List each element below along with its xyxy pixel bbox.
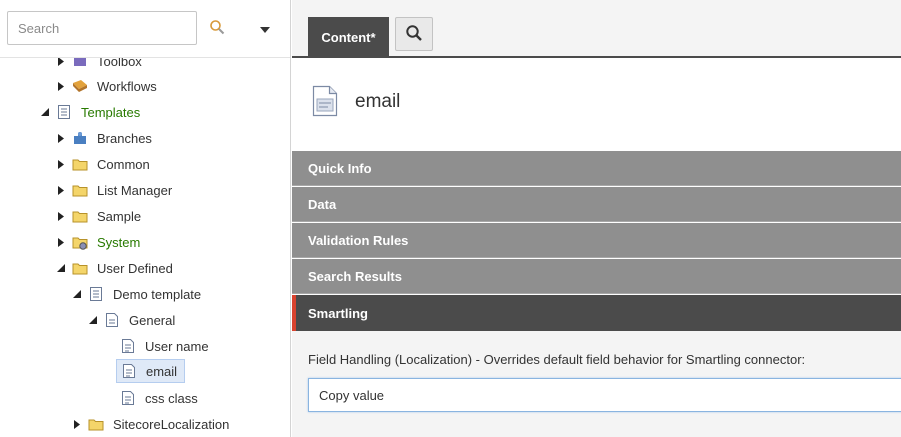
tree-node-label: Sample (97, 208, 142, 224)
folder-icon (72, 260, 88, 276)
expand-arrow-icon[interactable] (72, 419, 82, 429)
tree-node-label: email (146, 363, 178, 379)
field-document-icon (312, 85, 338, 120)
smartling-section-body: Field Handling (Localization) - Override… (292, 331, 901, 437)
search-input[interactable] (7, 11, 197, 45)
field-icon (121, 363, 137, 379)
tree-node-user-name[interactable]: User name (120, 333, 212, 359)
search-button[interactable] (205, 16, 229, 40)
search-options-dropdown[interactable] (254, 19, 276, 37)
expand-arrow-icon[interactable] (56, 133, 66, 143)
tree-node-branches[interactable]: Branches (56, 125, 155, 151)
section-validation-rules[interactable]: Validation Rules (292, 223, 901, 258)
template-icon (88, 286, 104, 302)
field-handling-input[interactable] (308, 378, 901, 412)
editor-tab-bar: Content* (292, 0, 901, 58)
tree-node-general[interactable]: General (88, 307, 178, 333)
field-handling-label: Field Handling (Localization) - Override… (308, 352, 806, 367)
folder-icon (72, 182, 88, 198)
tree-search-bar (0, 0, 290, 58)
tree-node-label: List Manager (97, 182, 173, 198)
tree-node-label: User name (145, 338, 209, 354)
section-data[interactable]: Data (292, 187, 901, 222)
tree-node-label: css class (145, 390, 198, 406)
expand-arrow-icon[interactable] (56, 237, 66, 247)
tab-search[interactable] (395, 17, 433, 51)
tree-node-email-selected[interactable]: email (116, 359, 186, 383)
collapse-arrow-icon[interactable] (88, 315, 98, 325)
search-icon (209, 19, 225, 38)
section-label: Validation Rules (308, 232, 409, 248)
folder-icon (72, 208, 88, 224)
tree-node-label: Common (97, 156, 150, 172)
expand-arrow-icon[interactable] (56, 185, 66, 195)
collapse-arrow-icon[interactable] (40, 107, 50, 117)
tab-content[interactable]: Content* (308, 17, 389, 58)
search-icon (405, 24, 423, 45)
tree-node-list-manager[interactable]: List Manager (56, 177, 175, 203)
field-icon (120, 390, 136, 406)
tree-node-system[interactable]: System (56, 229, 143, 255)
tab-label: Content* (321, 30, 376, 45)
item-header: email (292, 60, 901, 150)
expand-arrow-icon[interactable] (56, 159, 66, 169)
system-folder-icon (72, 234, 88, 250)
collapse-arrow-icon[interactable] (56, 263, 66, 273)
tree-node-label: Templates (81, 104, 141, 120)
tree-node-common[interactable]: Common (56, 151, 153, 177)
section-label: Data (308, 196, 337, 212)
section-smartling[interactable]: Smartling (292, 295, 901, 331)
tree-node-demo-template[interactable]: Demo template (72, 281, 204, 307)
puzzle-icon (72, 130, 88, 146)
expand-arrow-icon[interactable] (56, 211, 66, 221)
section-icon (104, 312, 120, 328)
folder-icon (72, 156, 88, 172)
tree-node-label: General (129, 312, 176, 328)
section-search-results[interactable]: Search Results (292, 259, 901, 294)
tree-node-label: Branches (97, 130, 152, 146)
section-label: Search Results (308, 268, 402, 284)
tree-node-sitecore-localization[interactable]: SitecoreLocalization (72, 411, 232, 437)
content-tree-panel: Toolbox Workflows Templates Branches Com… (0, 0, 291, 437)
tree-node-label: System (97, 234, 141, 250)
section-label: Quick Info (308, 160, 372, 176)
item-title: email (355, 91, 401, 112)
section-label: Smartling (308, 305, 368, 321)
content-editor-panel: Content* email Quick Info Data Validatio… (292, 0, 901, 437)
tree-node-workflows[interactable]: Workflows (56, 73, 160, 99)
tree-node-label: SitecoreLocalization (113, 416, 230, 432)
folder-icon (88, 416, 104, 432)
expand-arrow-icon[interactable] (56, 81, 66, 91)
section-quick-info[interactable]: Quick Info (292, 151, 901, 186)
field-icon (120, 338, 136, 354)
tree-node-label: User Defined (97, 260, 173, 276)
collapse-arrow-icon[interactable] (72, 289, 82, 299)
tree-node-label: Demo template (113, 286, 202, 302)
tree-node-templates[interactable]: Templates (40, 99, 143, 125)
template-icon (56, 104, 72, 120)
tree-node-css-class[interactable]: css class (120, 385, 201, 411)
tree-node-user-defined[interactable]: User Defined (56, 255, 176, 281)
tree-node-label: Workflows (97, 78, 157, 94)
caret-down-icon (260, 21, 270, 36)
workflows-icon (72, 78, 88, 94)
tree-node-sample[interactable]: Sample (56, 203, 144, 229)
